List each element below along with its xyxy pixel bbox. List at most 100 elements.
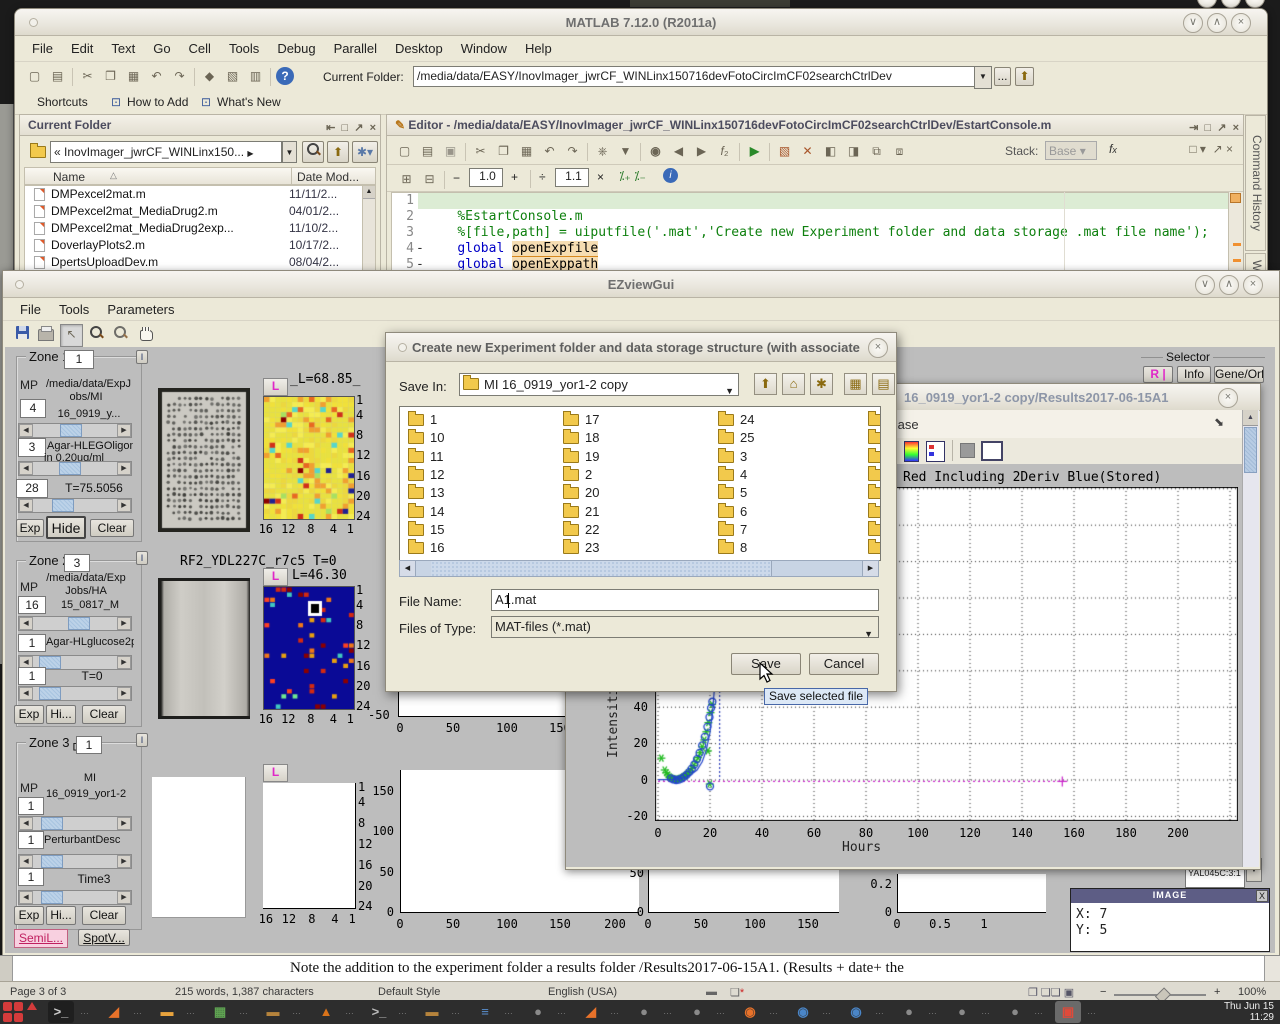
folder-item[interactable] <box>868 411 881 428</box>
selector-info-button[interactable]: Info <box>1177 366 1211 383</box>
folder-item[interactable]: 10 <box>408 429 558 446</box>
up-folder-icon[interactable]: ⬆ <box>1015 67 1034 86</box>
slider-left-arrow[interactable]: ◀ <box>19 891 33 904</box>
taskbar-item-browser[interactable]: ◉ <box>790 1001 816 1023</box>
taskbar-item-folder[interactable]: ▬ <box>260 1001 286 1023</box>
zone-index-field[interactable]: 1 <box>64 350 94 369</box>
folder-item[interactable] <box>868 503 881 520</box>
taskbar-item-writer[interactable]: ≡ <box>472 1001 498 1023</box>
wm-logo[interactable] <box>3 1013 12 1022</box>
layer-toggle-button[interactable]: L <box>263 378 288 396</box>
folder-item[interactable] <box>868 429 881 446</box>
undo-icon[interactable]: ↶ <box>146 66 167 87</box>
zone-index-field[interactable]: 3 <box>64 554 90 572</box>
taskbar-item-firefox[interactable]: ◉ <box>737 1001 763 1023</box>
editor-split-icons[interactable]: □ ▾ ↗ × <box>1189 142 1233 156</box>
taskbar-item-folder[interactable]: ▬ <box>419 1001 445 1023</box>
folder-item[interactable]: 18 <box>563 429 713 446</box>
list-view-icon[interactable]: ▤ <box>872 373 895 395</box>
save-icon[interactable] <box>12 325 33 346</box>
print-icon[interactable] <box>35 325 56 346</box>
guide-icon[interactable]: ▧ <box>222 66 243 87</box>
folder-item[interactable]: 7 <box>718 521 868 538</box>
zone-exp-button[interactable]: Exp <box>14 906 44 925</box>
selector-gene-button[interactable]: Gene/Orf <box>1214 366 1264 383</box>
file-list-header[interactable]: Name △ Date Mod... <box>24 167 376 185</box>
home-icon[interactable]: ⌂ <box>782 373 805 395</box>
frame-icon[interactable] <box>981 441 1003 461</box>
code-line[interactable]: 2 %EstartConsole.m <box>392 209 1229 225</box>
folder-item[interactable]: 6 <box>718 503 868 520</box>
zone-clear-button[interactable]: Clear <box>90 519 134 537</box>
horizontal-scrollbar[interactable]: ◀ ▶ <box>399 560 879 577</box>
zone-slider-3[interactable]: ◀▶ <box>18 686 132 701</box>
path-dropdown-button[interactable]: ▼ <box>974 66 992 89</box>
zone-field-3[interactable]: 1 <box>18 667 46 685</box>
folder-item[interactable]: 3 <box>718 448 868 465</box>
taskbar-item-app[interactable]: ● <box>525 1001 551 1023</box>
menu-desktop[interactable]: Desktop <box>386 37 452 60</box>
menu-debug[interactable]: Debug <box>268 37 324 60</box>
menu-edit[interactable]: Edit <box>62 37 102 60</box>
folder-item[interactable]: 5 <box>718 484 868 501</box>
folder-item[interactable] <box>868 448 881 465</box>
zone-hide-button[interactable]: Hi... <box>46 906 76 925</box>
status-language[interactable]: English (USA) <box>548 986 617 998</box>
slider-right-arrow[interactable]: ▶ <box>117 462 131 475</box>
slider-thumb[interactable] <box>41 817 63 830</box>
brush-icon[interactable] <box>960 443 975 458</box>
slider-right-arrow[interactable]: ▶ <box>117 817 131 830</box>
status-style[interactable]: Default Style <box>378 986 440 998</box>
menu-help[interactable]: Help <box>516 37 561 60</box>
taskbar-item-app[interactable]: ● <box>949 1001 975 1023</box>
address-input[interactable]: « InovImager_jwrCF_WINLinx150... ▶ <box>50 141 282 163</box>
fx-icon[interactable]: fx <box>1109 142 1117 156</box>
folder-item[interactable] <box>868 539 881 556</box>
whats-new-icon[interactable]: ⊡ <box>201 95 211 109</box>
folder-item[interactable]: 14 <box>408 503 558 520</box>
menu-file[interactable]: File <box>23 37 62 60</box>
file-list-scrollbar[interactable]: ▲ <box>362 185 376 271</box>
minimize-button[interactable]: ∨ <box>1195 275 1215 295</box>
zone-field-2[interactable]: 3 <box>18 438 46 457</box>
slider-left-arrow[interactable]: ◀ <box>19 687 33 700</box>
menu-file[interactable]: File <box>11 298 50 321</box>
simulink-icon[interactable]: ◆ <box>199 66 220 87</box>
zone-slider-2[interactable]: ◀▶ <box>18 461 132 476</box>
zone-exp-button[interactable]: Exp <box>16 519 44 537</box>
slider-right-arrow[interactable]: ▶ <box>117 656 131 669</box>
menu-parallel[interactable]: Parallel <box>325 37 386 60</box>
cell-value-1[interactable]: 1.0 <box>469 168 503 187</box>
status-zoom[interactable]: 100% <box>1238 986 1266 998</box>
slider-thumb[interactable] <box>68 617 90 630</box>
slider-left-arrow[interactable]: ◀ <box>19 617 33 630</box>
multiply-button[interactable]: × <box>597 170 604 184</box>
view-layout-icons[interactable]: ❐ ❏❏ ▣ <box>1028 986 1074 999</box>
taskbar-item-browser[interactable]: ◉ <box>843 1001 869 1023</box>
actions-gear-icon[interactable]: ✱▾ <box>352 141 378 163</box>
zone-hide-button[interactable]: Hide <box>46 516 86 539</box>
shortcut-whats-new[interactable]: What's New <box>217 95 281 109</box>
editor-panel-header[interactable]: ✎ Editor - /media/data/EASY/InovImager_j… <box>387 115 1243 136</box>
taskbar-item-gimp[interactable]: ▣ <box>1055 1001 1081 1023</box>
decrease-button[interactable]: − <box>453 171 460 185</box>
maximize-button[interactable]: ∧ <box>1219 275 1239 295</box>
menu-tools[interactable]: Tools <box>220 37 268 60</box>
current-folder-path-input[interactable]: /media/data/EASY/InovImager_jwrCF_WINLin… <box>413 66 975 87</box>
folder-item[interactable] <box>868 466 881 483</box>
minimize-button[interactable]: ∨ <box>1183 13 1203 33</box>
zone-slider-1[interactable]: ◀▶ <box>18 616 132 631</box>
redo-icon[interactable]: ↷ <box>169 66 190 87</box>
zone-slider-3[interactable]: ◀▶ <box>18 498 132 513</box>
cut-icon[interactable]: ✂ <box>77 66 98 87</box>
files-of-type-dropdown[interactable]: MAT-files (*.mat) ▼ <box>491 616 879 638</box>
folder-item[interactable]: 11 <box>408 448 558 465</box>
taskbar-item-calc[interactable]: ▦ <box>207 1001 233 1023</box>
table-row[interactable]: DMPexcel2mat_MediaDrug2.m04/01/2... <box>25 203 363 220</box>
cancel-button[interactable]: Cancel <box>809 653 879 675</box>
folder-item[interactable]: 13 <box>408 484 558 501</box>
selector-r-button[interactable]: R | <box>1143 366 1173 383</box>
slider-left-arrow[interactable]: ◀ <box>19 817 33 830</box>
help-icon[interactable]: ? <box>276 67 294 85</box>
zone-slider-2[interactable]: ◀▶ <box>18 854 132 869</box>
